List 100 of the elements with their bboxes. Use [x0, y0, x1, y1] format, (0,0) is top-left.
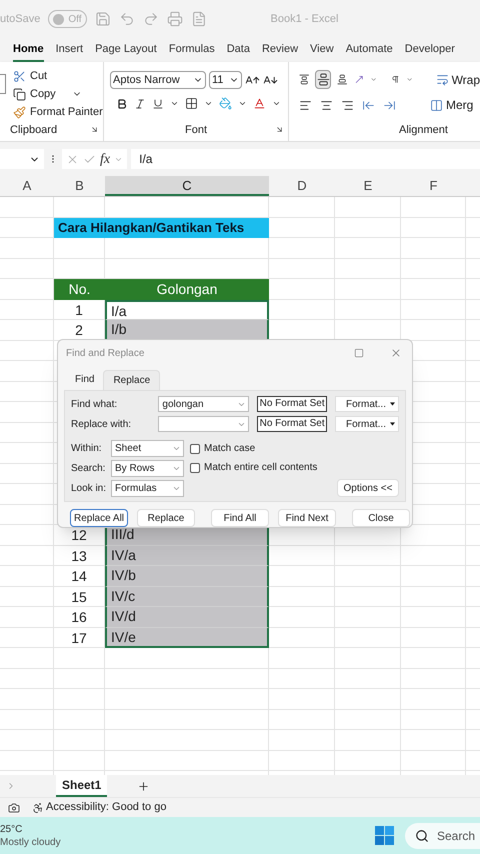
- caret-icon[interactable]: [204, 99, 213, 108]
- windows-logo-icon[interactable]: [375, 826, 394, 845]
- ribbon-tab[interactable]: Developer: [404, 40, 455, 62]
- grid-cell: [401, 648, 466, 668]
- copy-label[interactable]: Copy: [30, 86, 56, 102]
- grid-cell: [0, 300, 54, 320]
- bottom-align-icon[interactable]: [337, 73, 348, 86]
- text-field[interactable]: golongan: [158, 396, 249, 412]
- ribbon-tab[interactable]: Insert: [56, 40, 84, 62]
- format-button[interactable]: Format...: [335, 416, 399, 432]
- grid-cell: [401, 546, 466, 566]
- grid-cell: [401, 689, 466, 710]
- orientation-icon[interactable]: [354, 73, 364, 86]
- cut-label[interactable]: Cut: [30, 68, 48, 84]
- option-dropdown[interactable]: Sheet: [111, 440, 184, 457]
- column-header[interactable]: E: [335, 176, 401, 196]
- grid-cell: [0, 628, 54, 648]
- dropdown-arrow-icon: [390, 402, 395, 406]
- dropdown-arrow-icon: [390, 422, 395, 426]
- underline-icon[interactable]: [152, 98, 164, 110]
- grid-cell: [335, 566, 401, 586]
- close-icon[interactable]: [390, 347, 402, 359]
- bold-icon[interactable]: [116, 98, 128, 110]
- grid-cell: [335, 197, 401, 218]
- maximize-icon[interactable]: [354, 348, 364, 358]
- dialog-button[interactable]: Replace: [137, 509, 195, 527]
- cut-icon[interactable]: [13, 70, 26, 83]
- checkbox[interactable]: [190, 462, 200, 472]
- decrease-indent-icon[interactable]: [362, 98, 375, 112]
- dialog-button[interactable]: Close: [352, 509, 410, 527]
- column-header[interactable]: B: [54, 176, 105, 196]
- sheet-title-cell: Cara Hilangkan/Gantikan Teks: [54, 218, 269, 238]
- wrap-text-label[interactable]: Wrap: [452, 70, 480, 88]
- dialog-tab[interactable]: Replace: [103, 370, 160, 390]
- ribbon-tab[interactable]: Review: [262, 40, 298, 62]
- ribbon-tab[interactable]: View: [310, 40, 334, 62]
- ribbon-tab[interactable]: Formulas: [168, 40, 215, 62]
- format-painter-icon[interactable]: [13, 106, 26, 119]
- font-size-field[interactable]: 11: [209, 71, 242, 89]
- camera-icon[interactable]: [8, 802, 20, 814]
- fill-color-icon[interactable]: [219, 97, 232, 110]
- grid-cell: [401, 607, 466, 628]
- text-direction-icon[interactable]: [391, 74, 400, 85]
- grid-cell: [335, 546, 401, 566]
- top-align-icon[interactable]: [299, 73, 310, 86]
- italic-icon[interactable]: [134, 98, 146, 110]
- taskbar-search[interactable]: Search: [405, 822, 480, 848]
- autosave-label: utoSave: [0, 12, 40, 27]
- column-header[interactable]: D: [269, 176, 335, 196]
- grid-cell: [401, 197, 466, 218]
- format-painter-label[interactable]: Format Painter: [30, 104, 103, 121]
- accessibility-icon[interactable]: [32, 802, 44, 814]
- column-header[interactable]: A: [0, 176, 54, 196]
- format-button[interactable]: Format...: [335, 396, 399, 412]
- grid-cell: [54, 648, 105, 668]
- option-dropdown[interactable]: By Rows: [111, 460, 184, 477]
- caret-icon[interactable]: [170, 99, 179, 108]
- option-label: Within:: [71, 442, 103, 456]
- dialog-launcher-icon[interactable]: [275, 125, 284, 134]
- grid-cell: [401, 750, 466, 771]
- add-sheet-icon[interactable]: [137, 780, 150, 792]
- option-dropdown[interactable]: Formulas: [111, 480, 184, 497]
- wrap-text-icon[interactable]: [436, 73, 449, 86]
- font-name-field[interactable]: Aptos Narrow: [110, 71, 206, 89]
- ribbon-tab[interactable]: Page Layout: [95, 40, 157, 62]
- table-cell: I/b: [105, 320, 269, 340]
- checkbox[interactable]: [190, 444, 200, 454]
- sheet-tab[interactable]: Sheet1: [56, 775, 108, 797]
- copy-icon[interactable]: [13, 88, 26, 101]
- increase-indent-icon[interactable]: [383, 98, 396, 112]
- ribbon-tab[interactable]: Automate: [346, 40, 393, 62]
- caret-icon[interactable]: [238, 99, 247, 108]
- align-left-icon[interactable]: [299, 98, 312, 112]
- borders-icon[interactable]: [185, 97, 198, 110]
- dialog-button[interactable]: Find All: [211, 509, 269, 527]
- merge-label[interactable]: Merg: [446, 96, 474, 114]
- grid-cell: [335, 607, 401, 628]
- font-color-icon[interactable]: [253, 97, 266, 110]
- merge-icon[interactable]: [430, 98, 443, 112]
- caret-icon[interactable]: [272, 99, 281, 108]
- grid-cell: [0, 464, 54, 484]
- dialog-button[interactable]: Find Next: [278, 509, 336, 527]
- grid-cell: [401, 730, 466, 750]
- formula-field[interactable]: I/a: [131, 149, 480, 169]
- middle-align-button[interactable]: [315, 70, 332, 89]
- align-right-icon[interactable]: [341, 98, 354, 112]
- column-header[interactable]: C: [105, 176, 269, 196]
- grid-cell: [54, 750, 105, 771]
- align-center-icon[interactable]: [320, 98, 333, 112]
- options-button[interactable]: Options <<: [337, 479, 399, 497]
- dialog-button[interactable]: Replace All: [70, 509, 128, 527]
- dialog-tab[interactable]: Find: [66, 370, 104, 390]
- paste-icon[interactable]: [0, 74, 6, 94]
- ribbon-tab[interactable]: Data: [226, 40, 250, 62]
- insert-function-icon[interactable]: fx: [100, 148, 110, 170]
- grid-cell: [401, 586, 466, 607]
- column-header[interactable]: F: [401, 176, 466, 196]
- dialog-launcher-icon[interactable]: [90, 125, 99, 134]
- text-field[interactable]: [158, 416, 249, 432]
- grid-cell: [269, 668, 335, 689]
